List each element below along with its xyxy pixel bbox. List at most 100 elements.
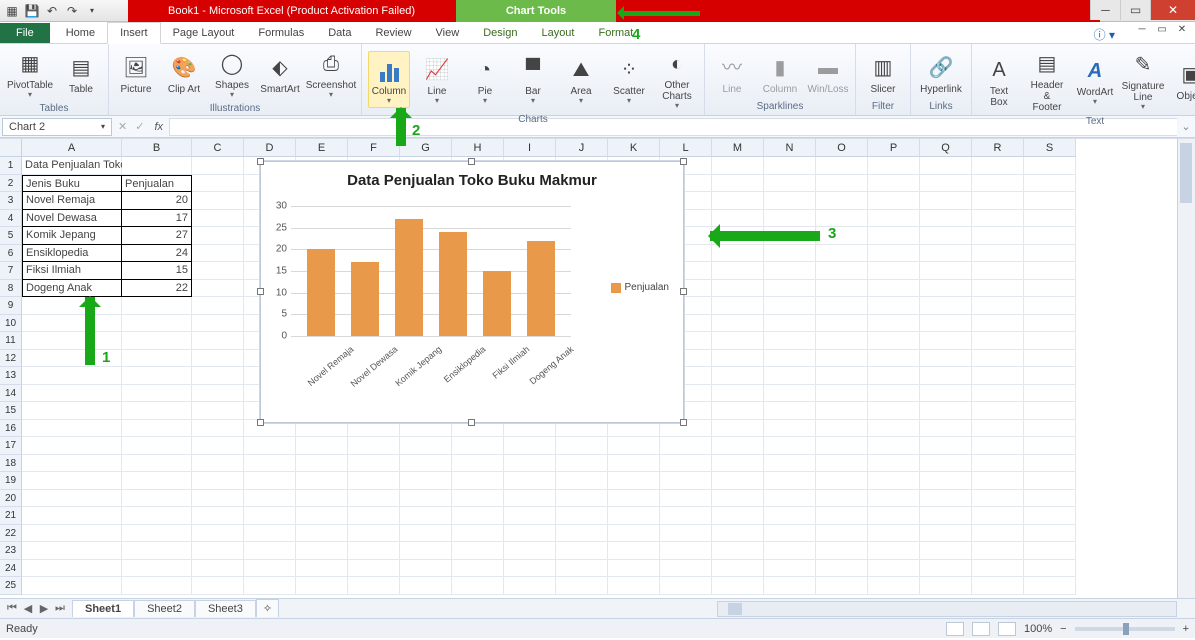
cell[interactable] [122,402,192,420]
row-header[interactable]: 1 [0,157,22,175]
shapes-button[interactable]: ◯Shapes▾ [211,46,253,102]
view-layout-button[interactable] [972,622,990,636]
cell[interactable] [660,577,712,595]
cell[interactable] [920,455,972,473]
cell[interactable] [972,227,1024,245]
cell[interactable] [1024,227,1076,245]
cell[interactable] [816,192,868,210]
cell[interactable] [452,560,504,578]
cell[interactable] [972,560,1024,578]
cell[interactable] [608,490,660,508]
cell[interactable]: Jenis Buku [22,175,122,193]
cell[interactable] [192,490,244,508]
cell[interactable] [1024,577,1076,595]
cell[interactable] [972,262,1024,280]
cell[interactable] [1024,560,1076,578]
cell[interactable] [192,157,244,175]
cell[interactable] [504,437,556,455]
cell[interactable] [244,560,296,578]
cell[interactable] [556,577,608,595]
cell[interactable] [712,157,764,175]
help-icon[interactable]: ⓘ ▾ [1094,26,1115,43]
cell[interactable] [400,577,452,595]
cell[interactable]: Penjualan [122,175,192,193]
cell[interactable] [712,490,764,508]
cell[interactable] [192,280,244,298]
cell[interactable] [556,542,608,560]
cell[interactable] [816,490,868,508]
sheet-tab-1[interactable]: Sheet1 [72,600,134,617]
cell[interactable] [920,472,972,490]
cell[interactable] [22,332,122,350]
cell[interactable] [868,245,920,263]
cell[interactable] [764,280,816,298]
cell[interactable] [712,175,764,193]
row-header[interactable]: 10 [0,315,22,333]
name-box[interactable]: Chart 2▾ [2,118,112,136]
cell[interactable] [868,385,920,403]
cell[interactable] [868,262,920,280]
cell[interactable] [452,525,504,543]
cell[interactable] [556,472,608,490]
cell[interactable] [972,332,1024,350]
cell[interactable] [452,542,504,560]
cell[interactable] [192,420,244,438]
cell[interactable] [504,525,556,543]
cell[interactable] [22,385,122,403]
cell[interactable]: Novel Remaja [22,192,122,210]
cell[interactable] [816,525,868,543]
cell[interactable] [764,525,816,543]
cell[interactable]: Ensiklopedia [22,245,122,263]
chart-title[interactable]: Data Penjualan Toko Buku Makmur [261,162,683,195]
sheet-tab-3[interactable]: Sheet3 [195,600,256,617]
cell[interactable] [122,350,192,368]
row-header[interactable]: 2 [0,175,22,193]
cell[interactable] [972,350,1024,368]
cell[interactable] [868,367,920,385]
cell[interactable] [868,192,920,210]
cell[interactable] [122,157,192,175]
cell[interactable] [122,455,192,473]
redo-icon[interactable]: ↷ [64,3,80,19]
tab-design[interactable]: Design [471,23,529,43]
cell[interactable] [452,507,504,525]
cell[interactable] [1024,402,1076,420]
sheet-nav-first-icon[interactable]: ⏮ [4,602,20,615]
cell[interactable] [122,490,192,508]
cell[interactable] [1024,350,1076,368]
cell[interactable] [192,402,244,420]
cell[interactable]: Novel Dewasa [22,210,122,228]
slicer-button[interactable]: ▥Slicer [862,50,904,97]
cell[interactable] [920,227,972,245]
cell[interactable] [1024,175,1076,193]
cell[interactable]: Data Penjualan Toko Buku Makmur [22,157,122,175]
cell[interactable] [868,297,920,315]
column-header[interactable]: P [868,139,920,157]
cell[interactable] [348,507,400,525]
row-header[interactable]: 9 [0,297,22,315]
cell[interactable] [764,192,816,210]
cell[interactable] [816,297,868,315]
hyperlink-button[interactable]: 🔗Hyperlink [917,50,965,97]
cell[interactable] [920,280,972,298]
cell[interactable] [972,210,1024,228]
cell[interactable] [348,490,400,508]
cell[interactable] [400,472,452,490]
cell[interactable] [244,525,296,543]
cell[interactable] [816,577,868,595]
cell[interactable] [972,420,1024,438]
cell[interactable] [712,560,764,578]
column-header[interactable]: D [244,139,296,157]
cell[interactable] [920,210,972,228]
cell[interactable] [712,297,764,315]
cell[interactable] [920,175,972,193]
cell[interactable] [400,525,452,543]
cell[interactable] [660,437,712,455]
zoom-level[interactable]: 100% [1024,623,1052,635]
cell[interactable] [122,367,192,385]
cell[interactable] [296,472,348,490]
cell[interactable] [972,280,1024,298]
cell[interactable] [1024,280,1076,298]
signature-line-button[interactable]: ✎Signature Line▾ [1122,47,1164,114]
cell[interactable] [296,507,348,525]
